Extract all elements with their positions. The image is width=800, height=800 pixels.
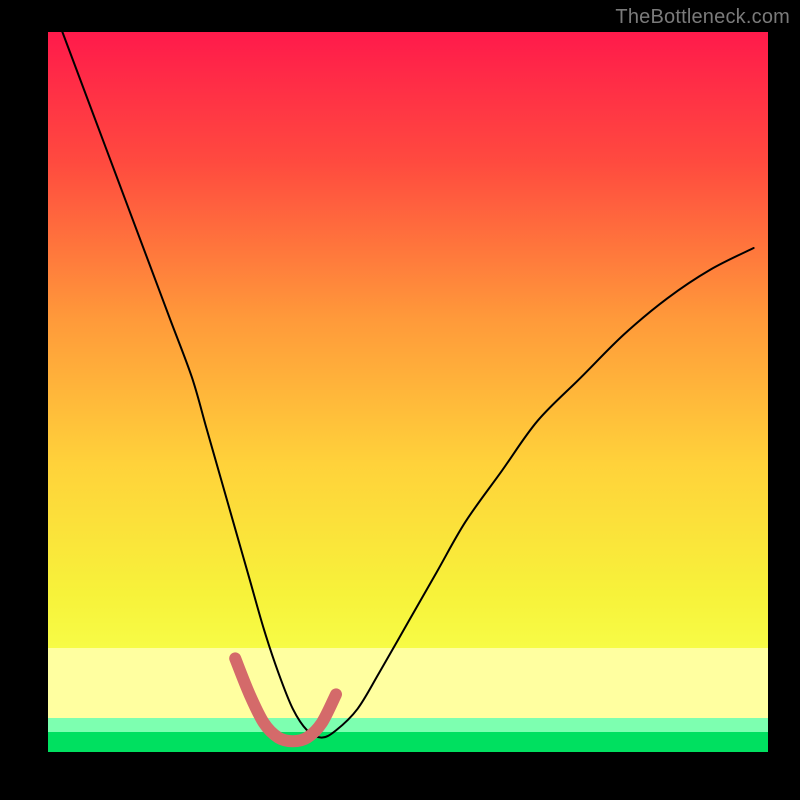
- plot-lower-band: [48, 648, 768, 718]
- chart-frame: TheBottleneck.com: [0, 0, 800, 800]
- plot-bottom-green-upper: [48, 718, 768, 732]
- plot-background-gradient: [48, 32, 768, 752]
- bottleneck-plot: [0, 0, 800, 800]
- plot-bottom-green: [48, 732, 768, 752]
- watermark-text: TheBottleneck.com: [615, 6, 790, 29]
